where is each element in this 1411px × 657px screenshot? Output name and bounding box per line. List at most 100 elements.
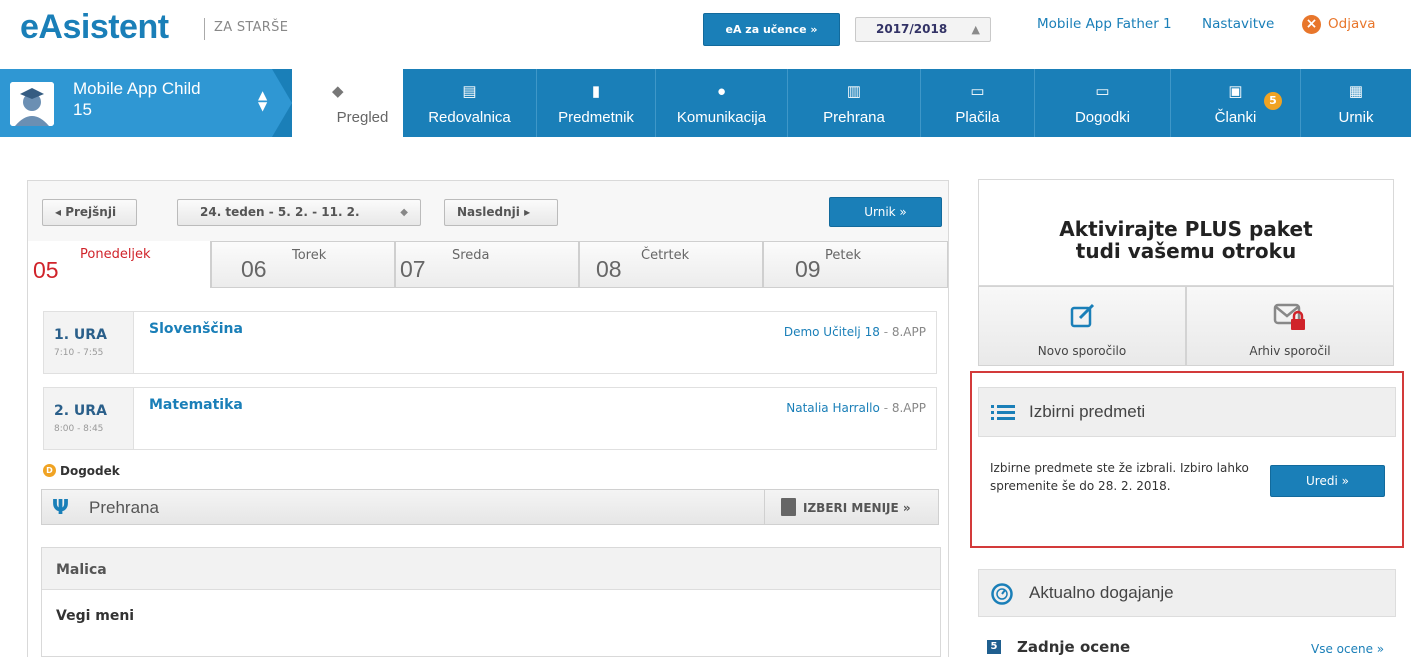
updown-arrows-icon: ▲ bbox=[971, 23, 980, 36]
next-week-button[interactable]: Naslednji ▸ bbox=[444, 199, 558, 226]
electives-title: Izbirni predmeti bbox=[1029, 402, 1146, 421]
week-select[interactable]: 24. teden - 5. 2. - 11. 2. ◆ bbox=[177, 199, 421, 226]
child-name-line1: Mobile App Child bbox=[73, 79, 201, 98]
day-tab-wednesday[interactable]: 07 Sreda bbox=[395, 241, 579, 288]
articles-count-badge: 5 bbox=[1264, 92, 1282, 110]
day-name: Ponedeljek bbox=[80, 247, 151, 262]
news-header[interactable]: Aktualno dogajanje bbox=[978, 569, 1396, 617]
chat-icon: ● bbox=[716, 83, 727, 100]
plus-promo[interactable]: Aktivirajte PLUS paket tudi vašemu otrok… bbox=[978, 179, 1394, 286]
grades-icon: 5 bbox=[987, 640, 1001, 654]
lesson-subject[interactable]: Slovenščina bbox=[149, 321, 243, 337]
lesson-row[interactable]: 1. URA 7:10 - 7:55 Slovenščina Demo Učit… bbox=[43, 311, 937, 374]
calendar-icon: ▦ bbox=[1348, 83, 1364, 100]
graduate-icon bbox=[10, 82, 54, 126]
nav-tab-urnik-label: Urnik bbox=[1338, 109, 1374, 126]
day-name: Sreda bbox=[452, 248, 490, 263]
message-archive-button[interactable]: Arhiv sporočil bbox=[1186, 286, 1394, 366]
edit-electives-button[interactable]: Uredi » bbox=[1270, 465, 1385, 497]
updown-arrows-icon: ◆ bbox=[400, 207, 408, 218]
separator-dash: - bbox=[883, 401, 889, 415]
snack-menu-item: Vegi meni bbox=[56, 608, 135, 624]
plus-promo-line1: Aktivirajte PLUS paket bbox=[1059, 217, 1313, 241]
child-switch-icon[interactable]: ▲ ▼ bbox=[258, 89, 267, 112]
day-tab-friday[interactable]: 09 Petek bbox=[763, 241, 948, 288]
lesson-teacher[interactable]: Natalia Harrallo bbox=[786, 401, 880, 415]
day-tab-thursday[interactable]: 08 Četrtek bbox=[579, 241, 763, 288]
event-label[interactable]: Dogodek bbox=[60, 464, 120, 478]
lesson-subject[interactable]: Matematika bbox=[149, 397, 243, 413]
nav-tab-predmetnik[interactable]: ▮ Predmetnik bbox=[537, 69, 655, 137]
app-logo[interactable]: eAsistent bbox=[20, 8, 169, 47]
day-number: 09 bbox=[795, 256, 821, 282]
choose-menu-button[interactable]: IZBERI MENIJE » bbox=[803, 501, 911, 515]
day-tab-tuesday[interactable]: 06 Torek bbox=[211, 241, 395, 288]
lesson-teacher[interactable]: Demo Učitelj 18 bbox=[784, 325, 880, 339]
week-select-value: 24. teden - 5. 2. - 11. 2. bbox=[200, 205, 360, 219]
day-name: Petek bbox=[825, 248, 861, 263]
latest-grades-title: Zadnje ocene bbox=[1017, 638, 1131, 656]
previous-week-button[interactable]: ◂ Prejšnji bbox=[42, 199, 137, 226]
logout-icon[interactable]: × bbox=[1302, 15, 1321, 34]
logo-divider bbox=[204, 18, 205, 40]
event-card-icon: ▭ bbox=[1095, 83, 1110, 100]
payment-card-icon: ▭ bbox=[970, 83, 985, 100]
separator-dash: - bbox=[883, 325, 889, 339]
electives-header: Izbirni predmeti bbox=[978, 387, 1396, 437]
food-icon: ▥ bbox=[846, 83, 862, 100]
child-avatar bbox=[10, 82, 54, 126]
nav-tab-placila[interactable]: ▭ Plačila bbox=[921, 69, 1034, 137]
day-number: 06 bbox=[241, 256, 267, 282]
snack-box: Malica Vegi meni bbox=[41, 547, 941, 657]
fork-knife-icon: Ψ bbox=[52, 495, 69, 519]
nav-tab-redovalnica[interactable]: ▤ Redovalnica bbox=[403, 69, 536, 137]
nav-tab-predmetnik-label: Predmetnik bbox=[558, 109, 634, 126]
meals-bar: Ψ Prehrana IZBERI MENIJE » bbox=[41, 489, 939, 525]
lesson-row[interactable]: 2. URA 8:00 - 8:45 Matematika Natalia Ha… bbox=[43, 387, 937, 450]
clock-icon bbox=[991, 583, 1013, 605]
logout-link[interactable]: Odjava bbox=[1328, 16, 1375, 32]
nav-tab-komunikacija-label: Komunikacija bbox=[676, 109, 767, 126]
active-tab-notch bbox=[338, 137, 362, 147]
event-icon: D bbox=[43, 464, 56, 477]
nav-tab-clanki-label: Članki bbox=[1214, 109, 1257, 126]
child-name[interactable]: Mobile App Child 15 bbox=[73, 78, 201, 120]
cube-icon: ◆ bbox=[332, 83, 344, 100]
nav-tab-placila-label: Plačila bbox=[955, 109, 1000, 126]
nav-tab-pregled-content[interactable]: ◆ Pregled bbox=[292, 69, 403, 137]
nav-tab-redovalnica-label: Redovalnica bbox=[428, 109, 511, 126]
user-link[interactable]: Mobile App Father 1 bbox=[1037, 16, 1172, 32]
nav-tab-prehrana-label: Prehrana bbox=[823, 109, 885, 126]
message-actions: Novo sporočilo Arhiv sporočil bbox=[978, 286, 1394, 366]
lesson-time: 7:10 - 7:55 bbox=[54, 348, 104, 358]
meals-divider bbox=[764, 490, 765, 524]
snack-title: Malica bbox=[42, 548, 940, 590]
day-tabs: 05 Ponedeljek 06 Torek 07 Sreda 08 Četrt… bbox=[28, 241, 948, 288]
menu-icon[interactable] bbox=[781, 498, 796, 516]
lesson-period-number: 2. URA bbox=[54, 403, 107, 419]
new-message-button[interactable]: Novo sporočilo bbox=[978, 286, 1186, 366]
day-number: 08 bbox=[596, 256, 622, 282]
lesson-teacher-class: Demo Učitelj 18 - 8.APP bbox=[784, 325, 926, 339]
day-number: 05 bbox=[33, 257, 59, 283]
nav-tab-dogodki[interactable]: ▭ Dogodki bbox=[1035, 69, 1170, 137]
nav-tab-dogodki-label: Dogodki bbox=[1074, 109, 1131, 126]
nav-tab-urnik[interactable]: ▦ Urnik bbox=[1301, 69, 1411, 137]
lesson-class: 8.APP bbox=[891, 325, 926, 339]
book-icon: ▮ bbox=[591, 83, 601, 100]
timetable-button[interactable]: Urnik » bbox=[829, 197, 942, 227]
school-year-value: 2017/2018 bbox=[876, 22, 948, 36]
school-year-select[interactable]: 2017/2018 ▲ bbox=[855, 17, 991, 42]
all-grades-link[interactable]: Vse ocene » bbox=[1311, 642, 1384, 656]
id-card-icon: ▤ bbox=[462, 83, 477, 100]
plus-promo-line2: tudi vašemu otroku bbox=[1075, 239, 1297, 263]
settings-link[interactable]: Nastavitve bbox=[1202, 16, 1274, 32]
lesson-period: 2. URA 8:00 - 8:45 bbox=[44, 388, 134, 449]
new-message-label: Novo sporočilo bbox=[1037, 344, 1127, 358]
ea-for-students-button[interactable]: eA za učence » bbox=[703, 13, 840, 46]
page: eAsistent ZA STARŠE eA za učence » 2017/… bbox=[0, 0, 1411, 657]
nav-tab-prehrana[interactable]: ▥ Prehrana bbox=[788, 69, 920, 137]
compose-icon bbox=[1070, 303, 1095, 328]
nav-tab-komunikacija[interactable]: ● Komunikacija bbox=[656, 69, 787, 137]
day-tab-monday[interactable]: 05 Ponedeljek bbox=[28, 241, 211, 288]
